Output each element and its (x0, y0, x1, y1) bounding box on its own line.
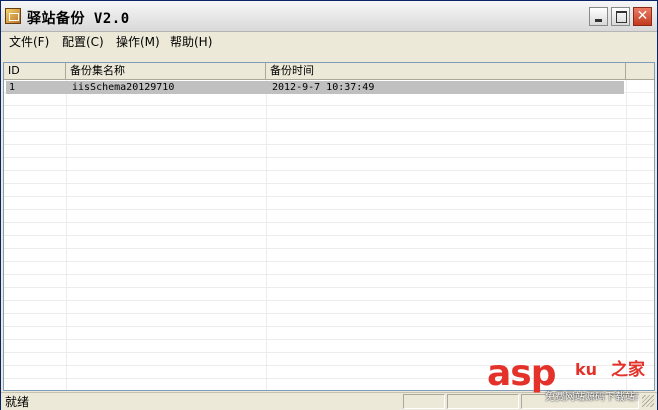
grid-lines (4, 80, 654, 390)
resize-grip[interactable] (642, 395, 654, 407)
window-title: 驿站备份 V2.0 (27, 11, 130, 27)
column-header-name[interactable]: 备份集名称 (66, 63, 266, 79)
menu-operation[interactable]: 操作(M) (116, 34, 160, 50)
list-header: ID 备份集名称 备份时间 (4, 63, 654, 80)
title-bar[interactable]: 驿站备份 V2.0 ✕ (1, 1, 657, 32)
table-row[interactable]: 1 iisSchema20129710 2012-9-7 10:37:49 (6, 81, 624, 94)
app-icon[interactable] (5, 8, 21, 24)
cell-id: 1 (9, 82, 16, 93)
backup-list[interactable]: ID 备份集名称 备份时间 1 iisSchema20129710 2012-9… (3, 62, 655, 391)
column-divider (626, 80, 627, 390)
menu-bar: 文件(F) 配置(C) 操作(M) 帮助(H) (1, 32, 657, 52)
menu-file[interactable]: 文件(F) (9, 34, 49, 50)
status-panel (403, 394, 445, 409)
status-bar: 就绪 (1, 392, 657, 410)
cell-time: 2012-9-7 10:37:49 (272, 82, 375, 93)
menu-help[interactable]: 帮助(H) (170, 34, 212, 50)
maximize-icon (616, 11, 627, 23)
app-window: 驿站备份 V2.0 ✕ 文件(F) 配置(C) 操作(M) 帮助(H) ID 备… (0, 0, 658, 410)
column-divider (266, 80, 267, 390)
status-panel (521, 394, 639, 409)
column-header-time[interactable]: 备份时间 (266, 63, 626, 79)
menu-config[interactable]: 配置(C) (62, 34, 104, 50)
column-divider (66, 80, 67, 390)
close-icon: ✕ (636, 8, 649, 24)
status-panel (447, 394, 519, 409)
close-button[interactable]: ✕ (633, 7, 652, 26)
cell-name: iisSchema20129710 (72, 82, 175, 93)
maximize-button[interactable] (611, 7, 630, 26)
status-text: 就绪 (5, 395, 30, 409)
column-header-id[interactable]: ID (4, 63, 66, 79)
column-header-filler (626, 63, 654, 79)
minimize-button[interactable] (589, 7, 608, 26)
minimize-icon (595, 19, 602, 22)
